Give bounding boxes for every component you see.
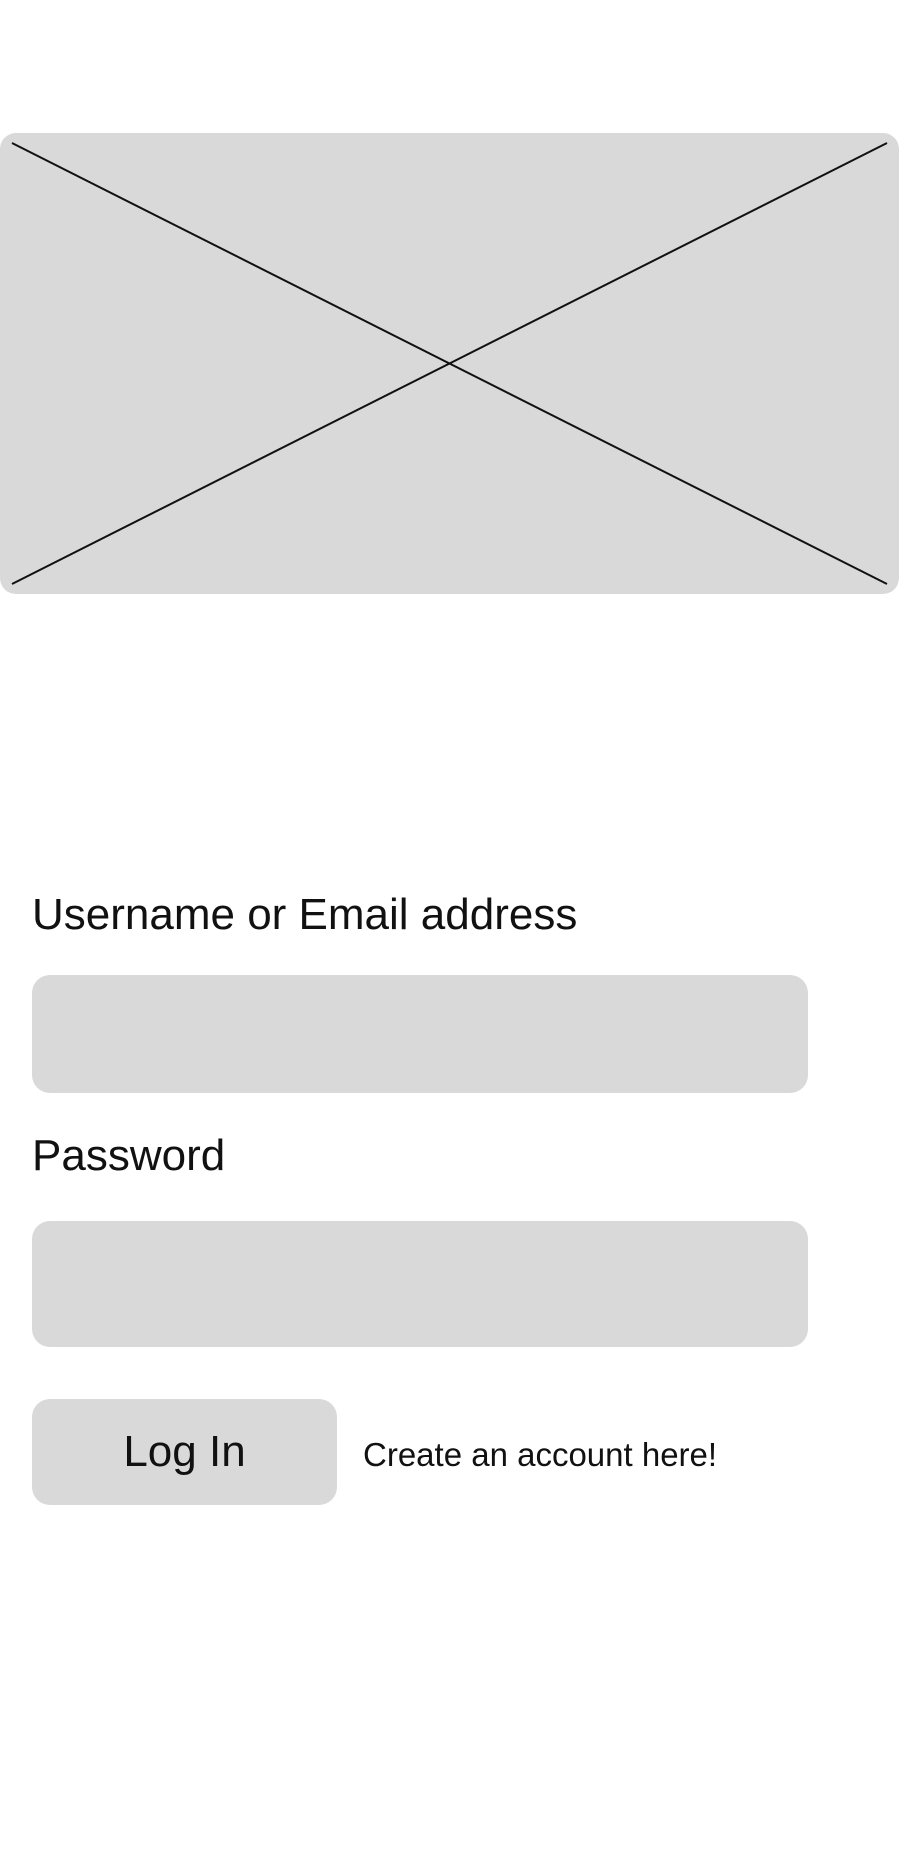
password-input[interactable] xyxy=(32,1221,808,1347)
username-label: Username or Email address xyxy=(32,890,578,939)
hero-image-placeholder xyxy=(0,133,899,594)
username-input[interactable] xyxy=(32,975,808,1093)
password-label: Password xyxy=(32,1131,226,1180)
create-account-link[interactable]: Create an account here! xyxy=(363,1438,717,1471)
login-button[interactable]: Log In xyxy=(32,1399,337,1505)
image-placeholder-icon xyxy=(11,142,888,585)
